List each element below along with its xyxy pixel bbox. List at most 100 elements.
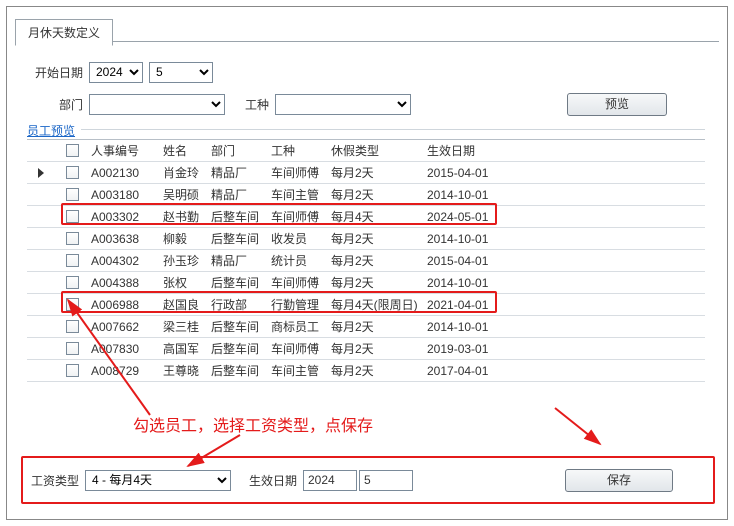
row-checkbox[interactable] <box>66 210 79 223</box>
employee-grid: 人事编号 姓名 部门 工种 休假类型 生效日期 A002130肖金玲精品厂车间师… <box>27 139 705 382</box>
section-title-link[interactable]: 员工预览 <box>27 124 75 138</box>
grid-header-row: 人事编号 姓名 部门 工种 休假类型 生效日期 <box>27 140 705 162</box>
dept-label: 部门 <box>31 96 89 113</box>
cell-date: 2015-04-01 <box>425 254 515 268</box>
cell-name: 吴明硕 <box>161 186 209 203</box>
effective-year-input[interactable]: 2024 <box>303 470 357 491</box>
cell-type: 每月4天(限周日) <box>329 296 425 313</box>
col-id: 人事编号 <box>89 142 161 159</box>
table-row[interactable]: A007662梁三桂后整车间商标员工每月2天2014-10-01 <box>27 316 705 338</box>
cell-job: 行勤管理 <box>269 296 329 313</box>
table-row[interactable]: A002130肖金玲精品厂车间师傅每月2天2015-04-01 <box>27 162 705 184</box>
cell-type: 每月4天 <box>329 208 425 225</box>
tab-monthly-rest[interactable]: 月休天数定义 <box>15 19 113 46</box>
cell-date: 2019-03-01 <box>425 342 515 356</box>
cell-name: 高国军 <box>161 340 209 357</box>
col-type: 休假类型 <box>329 142 425 159</box>
annotation-text: 勾选员工，选择工资类型，点保存 <box>133 412 373 436</box>
bottom-panel: 工资类型 4 - 每月4天 生效日期 2024 5 保存 <box>31 467 703 493</box>
effective-month-input[interactable]: 5 <box>359 470 413 491</box>
cell-type: 每月2天 <box>329 252 425 269</box>
cell-type: 每月2天 <box>329 274 425 291</box>
row-checkbox[interactable] <box>66 298 79 311</box>
cell-dept: 行政部 <box>209 296 269 313</box>
cell-dept: 精品厂 <box>209 252 269 269</box>
cell-date: 2024-05-01 <box>425 210 515 224</box>
col-date: 生效日期 <box>425 142 515 159</box>
cell-id: A004302 <box>89 254 161 268</box>
cell-name: 孙玉珍 <box>161 252 209 269</box>
cell-job: 车间师傅 <box>269 340 329 357</box>
cell-dept: 后整车间 <box>209 318 269 335</box>
cell-name: 柳毅 <box>161 230 209 247</box>
start-month-select[interactable]: 5 <box>149 62 213 83</box>
cell-type: 每月2天 <box>329 318 425 335</box>
cell-name: 赵书勤 <box>161 208 209 225</box>
window-frame: 月休天数定义 开始日期 2024 5 部门 工种 预览 员工预览 人事编号 姓名… <box>6 6 728 520</box>
cell-id: A003302 <box>89 210 161 224</box>
cell-id: A003638 <box>89 232 161 246</box>
row-checkbox[interactable] <box>66 364 79 377</box>
cell-dept: 后整车间 <box>209 340 269 357</box>
table-row[interactable]: A003302赵书勤后整车间车间师傅每月4天2024-05-01 <box>27 206 705 228</box>
cell-dept: 后整车间 <box>209 362 269 379</box>
cell-date: 2017-04-01 <box>425 364 515 378</box>
cell-id: A002130 <box>89 166 161 180</box>
row-checkbox[interactable] <box>66 320 79 333</box>
table-row[interactable]: A006988赵国良行政部行勤管理每月4天(限周日)2021-04-01 <box>27 294 705 316</box>
table-row[interactable]: A003180吴明硕精品厂车间主管每月2天2014-10-01 <box>27 184 705 206</box>
table-row[interactable]: A003638柳毅后整车间收发员每月2天2014-10-01 <box>27 228 705 250</box>
cell-type: 每月2天 <box>329 340 425 357</box>
row-checkbox[interactable] <box>66 232 79 245</box>
cell-name: 王尊晓 <box>161 362 209 379</box>
cell-date: 2014-10-01 <box>425 188 515 202</box>
cell-date: 2014-10-01 <box>425 320 515 334</box>
row-checkbox[interactable] <box>66 166 79 179</box>
tab-label: 月休天数定义 <box>28 26 100 40</box>
section-title: 员工预览 <box>27 122 75 139</box>
start-date-label: 开始日期 <box>31 64 89 81</box>
salary-type-select[interactable]: 4 - 每月4天 <box>85 470 231 491</box>
cell-id: A008729 <box>89 364 161 378</box>
preview-button[interactable]: 预览 <box>567 93 667 116</box>
row-checkbox[interactable] <box>66 342 79 355</box>
save-button[interactable]: 保存 <box>565 469 673 492</box>
dept-select[interactable] <box>89 94 225 115</box>
cell-job: 车间师傅 <box>269 208 329 225</box>
cell-job: 车间主管 <box>269 186 329 203</box>
col-job: 工种 <box>269 142 329 159</box>
filter-panel: 开始日期 2024 5 部门 工种 预览 <box>31 59 703 117</box>
header-checkbox[interactable] <box>66 144 79 157</box>
cell-name: 赵国良 <box>161 296 209 313</box>
cell-type: 每月2天 <box>329 362 425 379</box>
col-dept: 部门 <box>209 142 269 159</box>
cell-type: 每月2天 <box>329 164 425 181</box>
table-row[interactable]: A008729王尊晓后整车间车间主管每月2天2017-04-01 <box>27 360 705 382</box>
cell-type: 每月2天 <box>329 186 425 203</box>
cell-name: 张权 <box>161 274 209 291</box>
effective-date-label: 生效日期 <box>249 472 303 489</box>
cell-id: A003180 <box>89 188 161 202</box>
cell-dept: 后整车间 <box>209 208 269 225</box>
job-label: 工种 <box>237 96 275 113</box>
cell-date: 2015-04-01 <box>425 166 515 180</box>
row-checkbox[interactable] <box>66 276 79 289</box>
tab-underline <box>15 41 719 42</box>
table-row[interactable]: A004388张权后整车间车间师傅每月2天2014-10-01 <box>27 272 705 294</box>
cell-date: 2021-04-01 <box>425 298 515 312</box>
cell-job: 商标员工 <box>269 318 329 335</box>
cell-job: 收发员 <box>269 230 329 247</box>
cell-date: 2014-10-01 <box>425 276 515 290</box>
row-checkbox[interactable] <box>66 254 79 267</box>
row-checkbox[interactable] <box>66 188 79 201</box>
preview-button-label: 预览 <box>605 97 629 111</box>
table-row[interactable]: A007830高国军后整车间车间师傅每月2天2019-03-01 <box>27 338 705 360</box>
tab-strip: 月休天数定义 <box>15 19 113 43</box>
start-year-select[interactable]: 2024 <box>89 62 143 83</box>
job-select[interactable] <box>275 94 411 115</box>
col-name: 姓名 <box>161 142 209 159</box>
table-row[interactable]: A004302孙玉珍精品厂统计员每月2天2015-04-01 <box>27 250 705 272</box>
cell-job: 车间师傅 <box>269 164 329 181</box>
cell-job: 车间师傅 <box>269 274 329 291</box>
cell-id: A004388 <box>89 276 161 290</box>
